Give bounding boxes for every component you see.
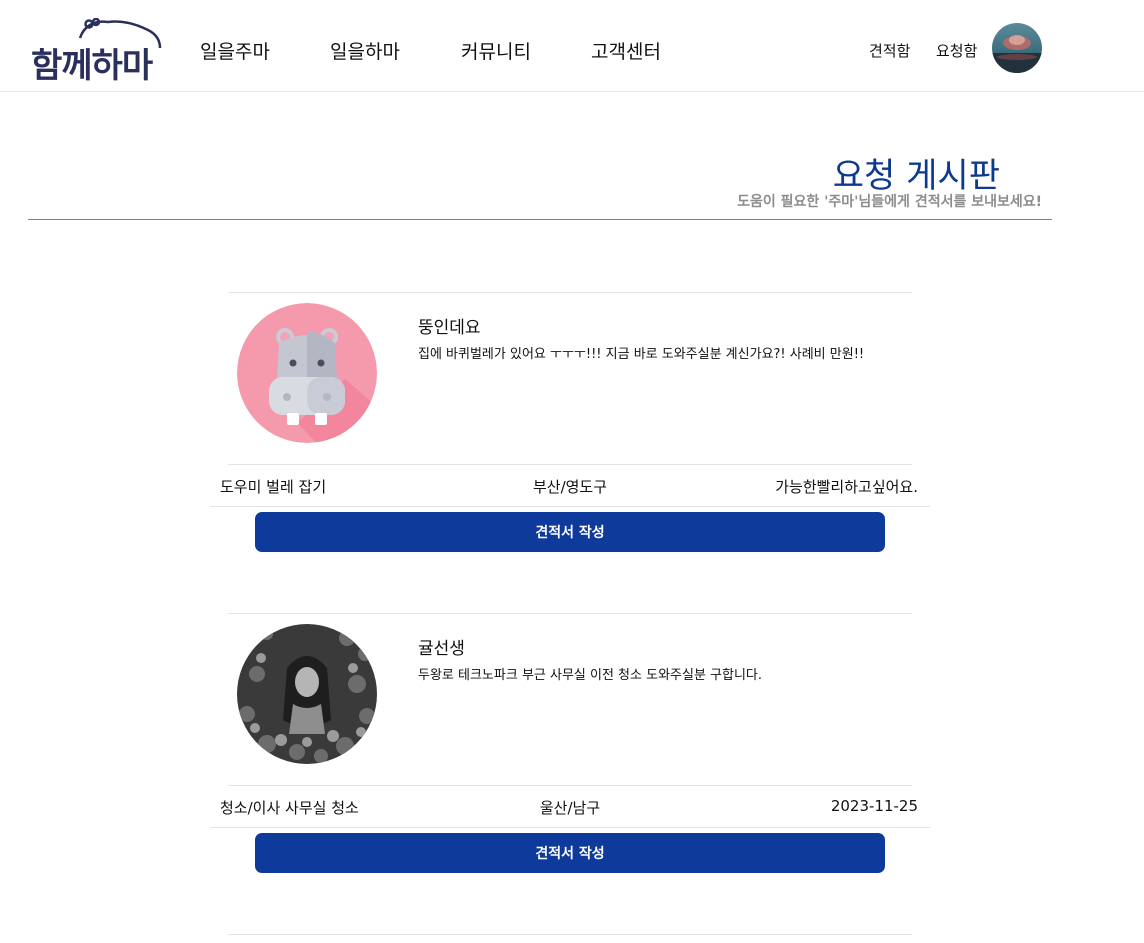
request-description: 두왕로 테크노파크 부근 사무실 이전 청소 도와주실분 구합니다. bbox=[418, 668, 763, 683]
divider bbox=[210, 506, 930, 507]
request-card: 귤선생 두왕로 테크노파크 부근 사무실 이전 청소 도와주실분 구합니다. 청… bbox=[210, 613, 930, 875]
request-category: 청소/이사 사무실 청소 bbox=[220, 799, 359, 817]
nav-item-customer-center[interactable]: 고객센터 bbox=[591, 37, 661, 64]
title-divider bbox=[28, 219, 1052, 220]
quote-box-link[interactable]: 견적함 bbox=[869, 40, 910, 61]
logo-text: 함께하마 bbox=[31, 46, 153, 86]
hippo-icon bbox=[237, 303, 377, 443]
logo[interactable]: 함께하마 bbox=[28, 18, 164, 86]
request-category: 도우미 벌레 잡기 bbox=[220, 478, 327, 496]
divider bbox=[210, 827, 930, 828]
divider bbox=[228, 292, 912, 293]
divider bbox=[228, 934, 912, 935]
nav-item-community[interactable]: 커뮤니티 bbox=[461, 37, 531, 64]
write-quote-button[interactable]: 견적서 작성 bbox=[255, 833, 885, 873]
request-location: 부산/영도구 bbox=[532, 478, 608, 496]
page-subtitle: 도움이 필요한 '주마'님들에게 견적서를 보내보세요! bbox=[737, 194, 1042, 210]
requester-name: 뚱인데요 bbox=[418, 318, 481, 338]
divider bbox=[228, 613, 912, 614]
request-card: 뚱인데요 집에 바퀴벌레가 있어요 ㅜㅜㅜ!!! 지금 바로 도와주실분 계신가… bbox=[210, 292, 930, 554]
request-description: 집에 바퀴벌레가 있어요 ㅜㅜㅜ!!! 지금 바로 도와주실분 계신가요?! 사… bbox=[418, 347, 865, 362]
request-time: 가능한빨리하고싶어요. bbox=[775, 478, 918, 496]
divider bbox=[228, 785, 912, 786]
profile-avatar[interactable] bbox=[992, 23, 1042, 73]
divider bbox=[228, 464, 912, 465]
request-location: 울산/남구 bbox=[539, 799, 601, 817]
request-time: 2023-11-25 bbox=[830, 797, 918, 815]
request-box-link[interactable]: 요청함 bbox=[936, 40, 977, 61]
write-quote-button[interactable]: 견적서 작성 bbox=[255, 512, 885, 552]
header: 함께하마 일을주마 일을하마 커뮤니티 고객센터 견적함 요청함 bbox=[0, 0, 1144, 92]
nav-item-ilhama[interactable]: 일을하마 bbox=[330, 37, 400, 64]
nav-item-iljuma[interactable]: 일을주마 bbox=[200, 37, 270, 64]
page-title: 요청 게시판 bbox=[832, 156, 1000, 196]
requester-name: 귤선생 bbox=[418, 639, 465, 659]
user-photo bbox=[237, 624, 377, 764]
